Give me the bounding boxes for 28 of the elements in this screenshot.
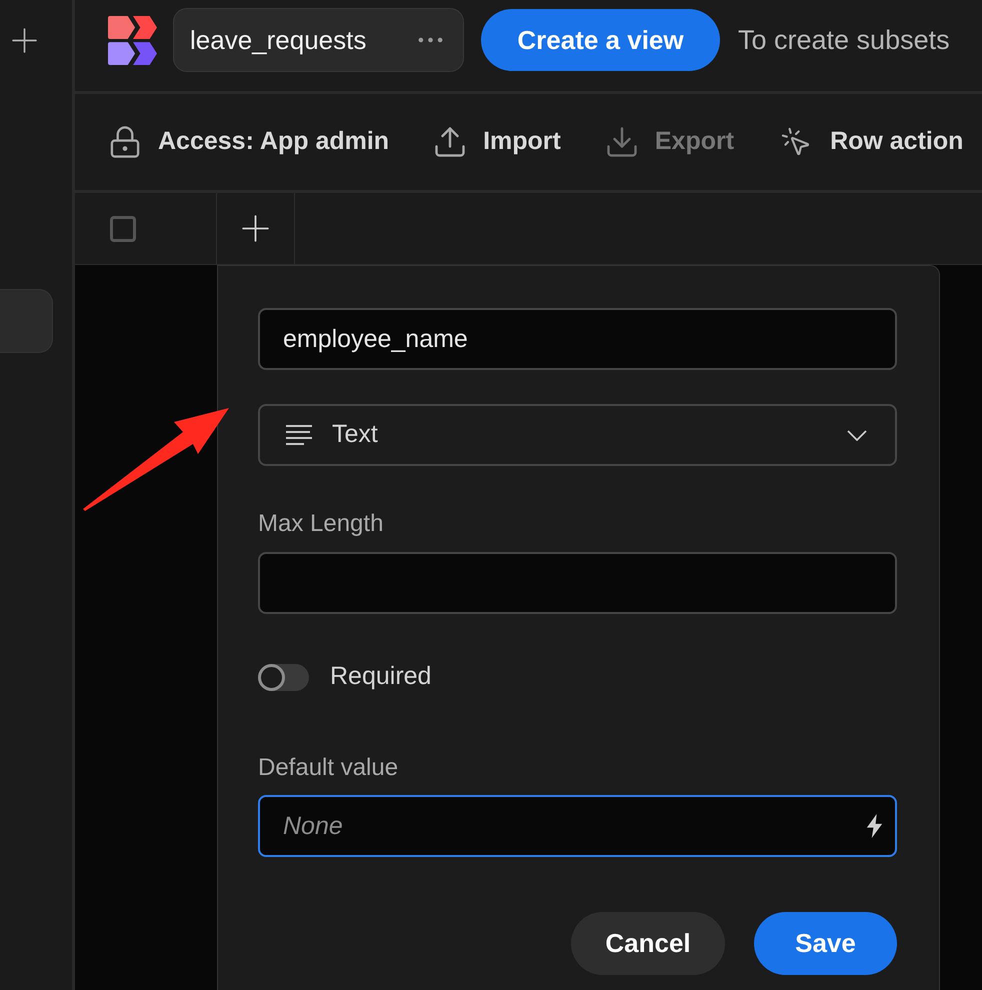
download-icon (606, 127, 637, 157)
upload-icon (435, 127, 466, 157)
table-name: leave_requests (190, 24, 366, 56)
import-button[interactable]: Import (435, 123, 561, 161)
plus-icon[interactable] (12, 28, 37, 53)
table-selector[interactable]: leave_requests (173, 8, 464, 72)
add-column-icon[interactable] (242, 215, 269, 242)
row-action-button[interactable]: Row action (780, 123, 964, 161)
max-length-label: Max Length (258, 510, 384, 538)
field-type-select[interactable]: Text (258, 404, 897, 466)
hint-text: To create subsets (738, 24, 950, 57)
more-icon[interactable] (418, 37, 443, 43)
chevron-down-icon (847, 430, 867, 440)
lightning-icon[interactable] (866, 814, 883, 838)
required-label: Required (330, 661, 432, 692)
select-all-checkbox[interactable] (110, 216, 136, 242)
create-view-button[interactable]: Create a view (481, 9, 720, 71)
required-toggle[interactable] (258, 664, 309, 690)
default-value-input[interactable]: None (258, 795, 897, 857)
lock-icon (110, 126, 140, 158)
save-button[interactable]: Save (754, 912, 897, 975)
max-length-input[interactable] (258, 552, 897, 614)
cancel-button[interactable]: Cancel (571, 912, 725, 975)
default-value-label: Default value (258, 754, 398, 782)
logo-icon (108, 16, 158, 64)
access-button[interactable]: Access: App admin (110, 123, 390, 161)
text-lines-icon (286, 425, 314, 445)
field-name-input[interactable]: employee_name (258, 308, 897, 370)
